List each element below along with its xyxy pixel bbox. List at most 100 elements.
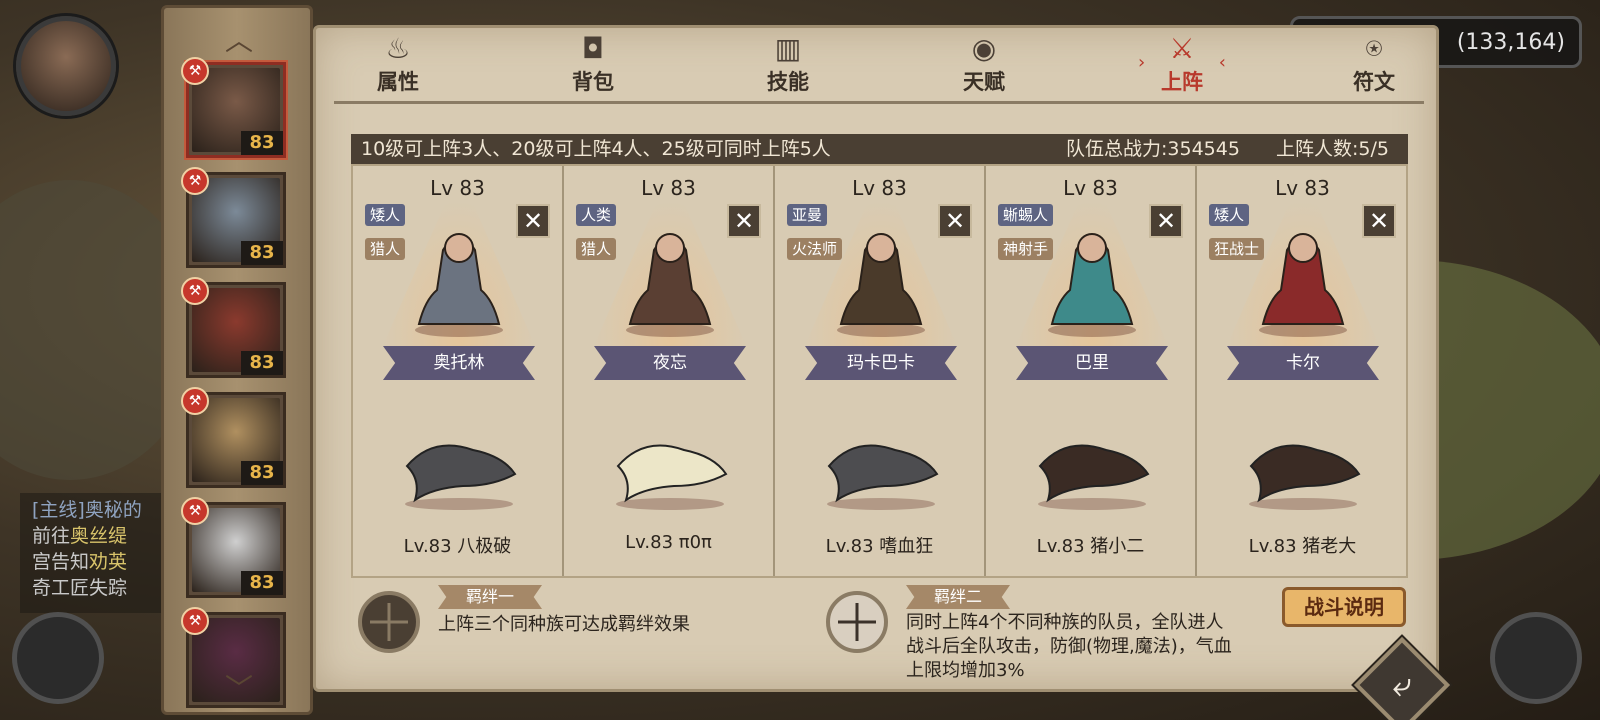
slot-hero-level: Lv 83 xyxy=(430,176,485,200)
bag-icon: ◘ xyxy=(581,32,605,65)
tab-flame[interactable]: ♨ 属性 xyxy=(358,32,438,96)
tab-bag[interactable]: ◘ 背包 xyxy=(553,32,633,96)
hero-name-banner: 卡尔 xyxy=(1227,346,1379,380)
bond-two-icon[interactable] xyxy=(826,591,888,653)
pet-name: Lv.83 嗜血狂 xyxy=(825,536,934,557)
quest-line-2: 宫告知劝英 xyxy=(32,551,128,573)
tab-label: 天赋 xyxy=(963,70,1005,94)
slot-hero-level: Lv 83 xyxy=(1275,176,1330,200)
hero-list-card[interactable]: ⚒ 83 xyxy=(181,277,286,378)
tab-rune[interactable]: ⍟ 符文 xyxy=(1334,32,1414,96)
hero-figure xyxy=(1048,233,1136,337)
tab-eye[interactable]: ◉ 天赋 xyxy=(944,32,1024,96)
hero-role-badge-icon: ⚒ xyxy=(181,277,209,305)
remove-hero-button[interactable]: ✕ xyxy=(516,204,550,238)
lineup-slot[interactable]: Lv 83 蜥蜴人 神射手 ✕ 巴里 Lv.83 猪小二 xyxy=(986,166,1197,576)
hero-level: 83 xyxy=(241,131,283,155)
remove-hero-button[interactable]: ✕ xyxy=(1149,204,1183,238)
lineup-slots: Lv 83 矮人猎人 ✕ 奥托林 Lv.83 八极破 Lv 83 人类猎人 ✕ 夜忘 Lv.83 … xyxy=(351,164,1408,578)
pet-figure xyxy=(1038,444,1150,510)
tab-label: 背包 xyxy=(572,70,614,94)
slot-hero-level: Lv 83 xyxy=(641,176,696,200)
bond-one-title: 羁绊一 xyxy=(438,585,542,609)
race-tag: 人类 xyxy=(576,204,617,226)
tab-label: 上阵 xyxy=(1161,70,1203,94)
slot-hero-level: Lv 83 xyxy=(852,176,907,200)
scroll-down-chevron-icon[interactable]: ﹀ xyxy=(214,675,264,703)
pet-name: Lv.83 猪小二 xyxy=(1036,536,1145,557)
hero-list-card[interactable]: ⚒ 83 xyxy=(181,497,286,598)
pet-figure xyxy=(616,444,728,510)
bond-two-title: 羁绊二 xyxy=(906,585,1010,609)
hero-name-banner: 玛卡巴卡 xyxy=(805,346,957,380)
tab-label: 符文 xyxy=(1353,70,1395,94)
pet-figure xyxy=(1249,444,1361,510)
minimap-button[interactable] xyxy=(12,612,104,704)
lineup-slot[interactable]: Lv 83 亚曼 火法师 ✕ 玛卡巴卡 Lv.83 嗜血狂 xyxy=(775,166,986,576)
hero-role-badge-icon: ⚒ xyxy=(181,57,209,85)
hero-role-badge-icon: ⚒ xyxy=(181,497,209,525)
race-tag: 矮人 xyxy=(1209,204,1250,226)
pet-figure xyxy=(827,444,939,510)
hero-level: 83 xyxy=(241,351,283,375)
battle-explanation-button[interactable]: 战斗说明 xyxy=(1282,587,1406,627)
book-icon: ▥ xyxy=(774,32,802,65)
quest-line-3: 奇工匠失踪 xyxy=(32,577,128,599)
tab-label: 属性 xyxy=(377,70,419,94)
hero-name-banner: 奥托林 xyxy=(383,346,535,380)
bond-two-text: 同时上阵4个不同种族的队员，全队进人 战斗后全队攻击，防御(物理,魔法)，气血 … xyxy=(906,612,1232,681)
rune-icon: ⍟ xyxy=(1365,32,1383,65)
active-marker-right-icon: ‹ xyxy=(1218,52,1226,73)
hero-name-banner: 巴里 xyxy=(1016,346,1168,380)
remove-hero-button[interactable]: ✕ xyxy=(1362,204,1396,238)
slot-hero-level: Lv 83 xyxy=(1063,176,1118,200)
house-button[interactable] xyxy=(1490,612,1582,704)
player-avatar[interactable] xyxy=(16,16,116,116)
tab-bar: ♨ 属性 ◘ 背包 ▥ 技能 ◉ 天赋 ⚔ 上阵 › ‹ ⍟ 符文 xyxy=(316,28,1436,98)
hero-level: 83 xyxy=(241,241,283,265)
hero-name-banner: 夜忘 xyxy=(594,346,746,380)
race-tag: 矮人 xyxy=(365,204,406,226)
hero-list-panel: ︿ ⚒ 83 ⚒ 83 ⚒ 83 ⚒ 83 ⚒ 83 ⚒ ﹀ xyxy=(161,5,313,715)
lineup-member-count: 上阵人数:5/5 xyxy=(1276,138,1389,160)
crossed-swords-icon: ⚔ xyxy=(1169,32,1195,65)
pet-name: Lv.83 π0π xyxy=(625,532,712,553)
lineup-slot[interactable]: Lv 83 矮人 狂战士 ✕ 卡尔 Lv.83 猪老大 xyxy=(1197,166,1408,576)
formation-panel: ♨ 属性 ◘ 背包 ▥ 技能 ◉ 天赋 ⚔ 上阵 › ‹ ⍟ 符文 10级可上阵3人、20级可上阵4人、2… xyxy=(313,25,1439,692)
hero-list-card[interactable]: ⚒ 83 xyxy=(181,167,286,268)
lineup-rule-text: 10级可上阵3人、20级可上阵4人、25级可同时上阵5人 xyxy=(361,138,831,160)
tab-label: 技能 xyxy=(767,70,809,94)
hero-figure xyxy=(626,233,714,337)
tab-book[interactable]: ▥ 技能 xyxy=(748,32,828,96)
race-tag: 亚曼 xyxy=(787,204,828,226)
tab-divider xyxy=(334,101,1424,104)
hero-list-card[interactable]: ⚒ 83 xyxy=(181,57,286,158)
remove-hero-button[interactable]: ✕ xyxy=(938,204,972,238)
tab-crossed-swords[interactable]: ⚔ 上阵 › ‹ xyxy=(1138,32,1226,96)
bond-one-icon[interactable] xyxy=(358,591,420,653)
hero-role-badge-icon: ⚒ xyxy=(181,387,209,415)
hero-figure xyxy=(837,233,925,337)
class-tag: 猎人 xyxy=(365,238,406,260)
eye-icon: ◉ xyxy=(971,32,997,65)
pet-name: Lv.83 八极破 xyxy=(403,536,512,557)
hero-role-badge-icon: ⚒ xyxy=(181,607,209,635)
class-tag: 猎人 xyxy=(576,238,617,260)
remove-hero-button[interactable]: ✕ xyxy=(727,204,761,238)
pet-name: Lv.83 猪老大 xyxy=(1248,536,1357,557)
active-marker-left-icon: › xyxy=(1138,52,1146,73)
lineup-info-bar: 10级可上阵3人、20级可上阵4人、25级可同时上阵5人 队伍总战力:35454… xyxy=(351,134,1408,164)
lineup-slot[interactable]: Lv 83 矮人猎人 ✕ 奥托林 Lv.83 八极破 xyxy=(353,166,564,576)
game-scene: (133,164) [主线]奥秘的 前往奥丝缇 宫告知劝英 奇工匠失踪 ︿ ⚒ 8… xyxy=(0,0,1600,720)
hero-level: 83 xyxy=(241,461,283,485)
hero-list-card[interactable]: ⚒ 83 xyxy=(181,387,286,488)
lineup-slot[interactable]: Lv 83 人类猎人 ✕ 夜忘 Lv.83 π0π xyxy=(564,166,775,576)
scroll-up-chevron-icon[interactable]: ︿ xyxy=(214,27,264,55)
flame-icon: ♨ xyxy=(385,32,411,65)
bond-section: 羁绊一 上阵三个同种族可达成羁绊效果 羁绊二 同时上阵4个不同种族的队员，全队进… xyxy=(316,583,1436,693)
quest-title: [主线]奥秘的 xyxy=(32,499,142,521)
hero-level: 83 xyxy=(241,571,283,595)
bond-one-text: 上阵三个同种族可达成羁绊效果 xyxy=(438,614,690,635)
hero-figure xyxy=(415,233,503,337)
quest-tracker[interactable]: [主线]奥秘的 前往奥丝缇 宫告知劝英 奇工匠失踪 xyxy=(20,493,170,613)
